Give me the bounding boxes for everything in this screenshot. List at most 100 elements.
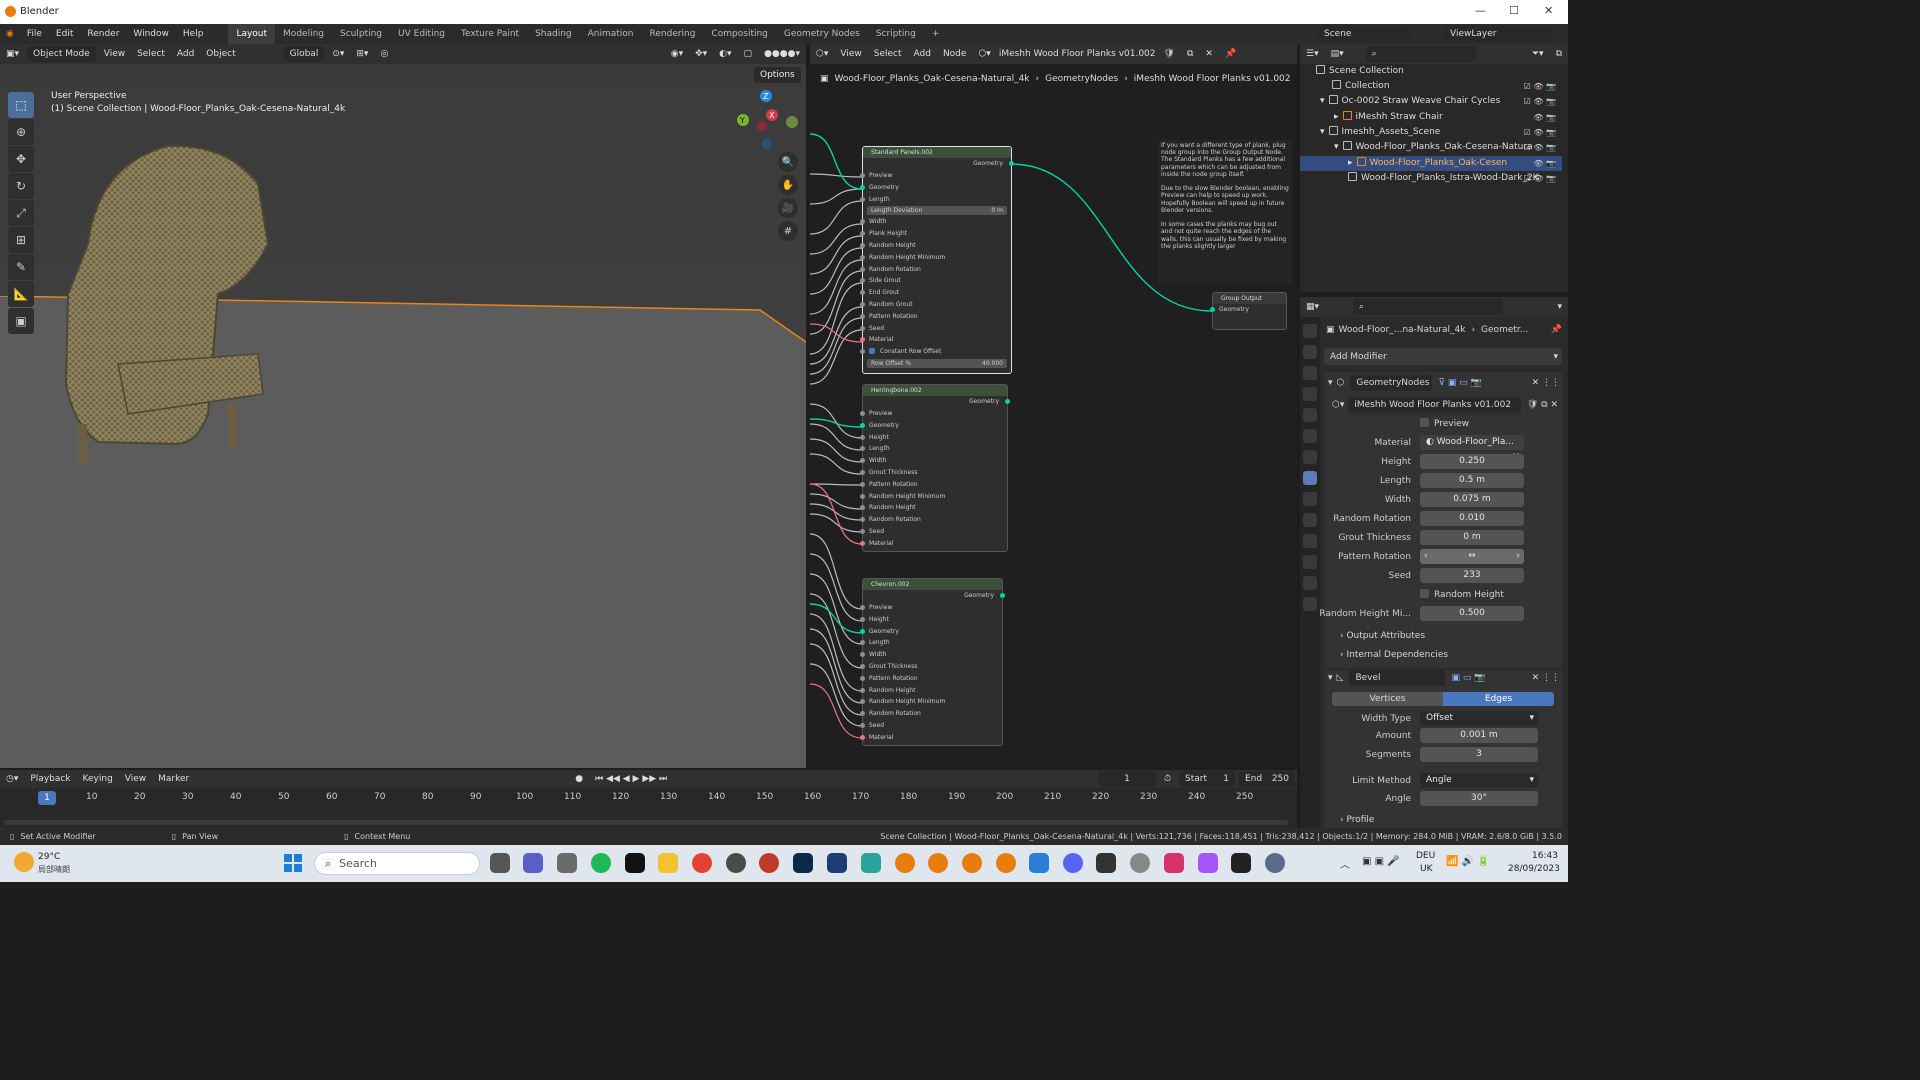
socket[interactable]: Width [860,649,1002,661]
maximize-icon[interactable]: ☐ [1509,4,1519,17]
camera-icon[interactable]: 🎥 [778,198,798,218]
socket[interactable]: Preview [860,602,1002,614]
app-icon[interactable] [1198,853,1218,873]
node-group-selector[interactable]: ⬡▾ iMeshh Wood Floor Planks v01.002 🛡 ⧉ … [1332,397,1558,413]
3d-viewport[interactable]: User Perspective (1) Scene Collection | … [0,64,806,768]
start-frame-input[interactable]: Start 1 [1179,771,1235,787]
timeline-view-menu[interactable]: View [119,769,152,789]
material-selector[interactable]: ◐ Wood-Floor_Pla...✕ [1420,435,1524,462]
current-frame-input[interactable]: 1 [1097,771,1156,787]
physics-tab-icon[interactable] [1303,513,1317,527]
tab-modeling[interactable]: Modeling [275,24,332,44]
outliner-row-scene-collection[interactable]: Scene Collection [1300,64,1562,79]
socket[interactable]: Seed [860,526,1007,538]
output-tab-icon[interactable] [1303,366,1317,380]
breadcrumb-modifier[interactable]: GeometryNodes [1045,74,1118,84]
properties-options-icon[interactable]: ▾ [1551,297,1568,317]
render-tab-icon[interactable] [1303,345,1317,359]
socket[interactable]: Grout Thickness [860,661,1002,673]
menu-file[interactable]: File [20,24,49,44]
pin-icon[interactable]: 📌 [1219,44,1242,64]
close-icon[interactable]: ✕ [1544,4,1553,17]
tab-compositing[interactable]: Compositing [703,24,775,44]
socket[interactable]: Pattern Rotation [860,673,1002,685]
node-group-output[interactable]: Group Output Geometry [1210,292,1287,330]
outliner-row-assets-scene[interactable]: ▾ Imeshh_Assets_Scene ☑ 👁 📷 [1300,125,1562,140]
node-standard-panels[interactable]: Standard Panels.002 Geometry Preview Geo… [860,146,1014,374]
collapse-arrow-icon[interactable]: ▾ [1328,378,1333,388]
material-tab-icon[interactable] [1303,576,1317,590]
visibility-toggles-icon[interactable]: 👁 📷 [1533,156,1556,171]
timeline-area[interactable]: 10 20 30 40 50 60 70 80 90 100 110 120 1… [0,788,1297,828]
socket[interactable]: Random Height [860,502,1007,514]
teams-icon[interactable] [523,853,543,873]
tab-animation[interactable]: Animation [580,24,642,44]
sync-icon[interactable] [726,853,746,873]
tab-sculpting[interactable]: Sculpting [332,24,390,44]
socket-material[interactable]: Material [860,334,1011,346]
select-box-tool[interactable]: ⬚ [8,92,34,118]
node-output-geometry[interactable]: Geometry [863,590,1005,602]
socket[interactable]: Preview [860,170,1011,182]
tool-tab-icon[interactable] [1303,324,1317,338]
segments-input[interactable]: 3 [1420,747,1538,762]
viewlayer-selector[interactable]: ViewLayer [1444,26,1552,42]
constant-row-offset-checkbox[interactable]: Constant Row Offset [860,346,1011,358]
app-icon[interactable] [861,853,881,873]
socket-geometry[interactable]: Geometry [860,182,1011,194]
node-group-icon[interactable]: ⬡▾ [972,44,996,64]
annotate-tool[interactable]: ✎ [8,254,34,280]
tab-uv-editing[interactable]: UV Editing [390,24,453,44]
visibility-toggles-icon[interactable]: ☑ 👁 📷 [1524,94,1556,109]
mode-dropdown[interactable]: Object Mode [27,46,96,62]
node-group-name[interactable]: iMeshh Wood Floor Planks v01.002 [997,44,1158,64]
visibility-toggles-icon[interactable]: 👁 📷 [1533,110,1556,125]
vscode-icon[interactable] [1029,853,1049,873]
timeline-type-icon[interactable]: ◷▾ [0,769,24,789]
viewport-menu-object[interactable]: Object [200,44,241,64]
random-height-min-input[interactable]: 0.500 [1420,606,1524,621]
visibility-toggles-icon[interactable]: ☑ 👁 📷 [1524,140,1556,155]
playhead[interactable]: 1 [38,791,56,805]
socket[interactable]: Pattern Rotation [860,311,1011,323]
tab-vertices[interactable]: Vertices [1332,692,1443,706]
record-icon[interactable]: ● [569,769,589,789]
settings-icon[interactable] [1265,853,1285,873]
tray-icons[interactable]: ▣ ▣ 🎤 [1362,856,1400,867]
socket[interactable]: Random Grout [860,299,1011,311]
pivot-icon[interactable]: ⊙▾ [326,44,350,64]
modifier-name-field[interactable]: Bevel [1349,670,1446,686]
app-icon[interactable] [557,853,577,873]
socket[interactable]: Height [860,614,1002,626]
marker-menu[interactable]: Marker [152,769,195,789]
breadcrumb-object[interactable]: Wood-Floor_Planks_Oak-Cesena-Natural_4k [835,74,1030,84]
outliner-row-istra-floor[interactable]: Wood-Floor_Planks_Istra-Wood-Dark_2K ☑ 👁 … [1300,171,1562,186]
modifier-remove-icon[interactable]: ✕ ⋮⋮ [1532,673,1560,683]
tab-scripting[interactable]: Scripting [868,24,924,44]
browser-icon[interactable] [759,853,779,873]
file-explorer-icon[interactable] [658,853,678,873]
expand-arrow-icon[interactable]: ▾ [1334,142,1339,152]
seed-input[interactable]: 233 [1420,568,1524,583]
node-editor-type-icon[interactable]: ⬡▾ [810,44,834,64]
node-group-name[interactable]: iMeshh Wood Floor Planks v01.002 [1348,397,1521,413]
modifier-toggles-icon[interactable]: ⊽ ▣ ▭ 📷 [1438,378,1481,388]
socket[interactable]: Random Height Minimum [860,696,1002,708]
random-height-checkbox[interactable]: Random Height [1420,589,1504,600]
pin-icon[interactable]: 📌 [1551,325,1562,335]
app-icon[interactable] [1164,853,1184,873]
tab-texture-paint[interactable]: Texture Paint [453,24,527,44]
internal-dependencies-subpanel[interactable]: › Internal Dependencies [1340,650,1448,660]
playback-menu[interactable]: Playback [24,769,76,789]
terminal-icon[interactable] [1231,853,1251,873]
socket-material[interactable]: Material [860,732,1002,744]
orientation-dropdown[interactable]: Global [283,46,325,62]
visibility-toggles-icon[interactable]: ☑ 👁 📷 [1524,171,1556,186]
node-menu-add[interactable]: Add [908,44,937,64]
node-menu-node[interactable]: Node [937,44,973,64]
socket[interactable]: Seed [860,720,1002,732]
modifier-toggles-icon[interactable]: ▣ ▭ 📷 [1451,673,1485,683]
tray-overflow-icon[interactable]: ︿ [1340,856,1350,871]
gizmo-toggle-icon[interactable]: ✥▾ [689,44,713,64]
node-herringbone[interactable]: Herringbone.002 Geometry Preview Geometr… [860,384,1010,552]
